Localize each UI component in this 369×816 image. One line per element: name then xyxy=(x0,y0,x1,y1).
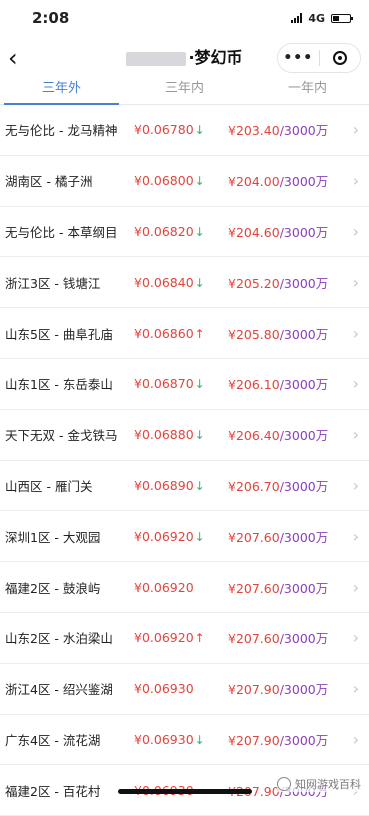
list-item[interactable]: 湖南区 - 橘子洲 ¥0.06800↓ ¥204.00/3000万 › xyxy=(0,156,369,207)
signal-icon xyxy=(291,13,303,23)
server-name: 山东2区 - 水泊梁山 xyxy=(5,631,113,647)
total-price: ¥207.60/3000万 xyxy=(228,631,329,647)
unit-price: ¥0.06780↓ xyxy=(134,122,205,138)
trend-down-icon: ↓ xyxy=(194,123,205,138)
unit-price: ¥0.06930 xyxy=(134,681,194,697)
unit-price: ¥0.06860↑ xyxy=(134,325,205,341)
more-button[interactable]: ••• xyxy=(278,50,319,66)
redacted-block xyxy=(126,51,187,66)
list-item[interactable]: 福建2区 - 鼓浪屿 ¥0.06920 ¥207.60/3000万 › xyxy=(0,562,369,613)
total-price: ¥206.40/3000万 xyxy=(228,428,329,444)
total-price: ¥207.90/3000万 xyxy=(228,682,329,698)
unit-price: ¥0.06820↓ xyxy=(134,223,205,239)
total-price: ¥207.60/3000万 xyxy=(228,580,329,596)
list-item[interactable]: 广东4区 - 流花湖 ¥0.06930↓ ¥207.90/3000万 › xyxy=(0,715,369,766)
total-price: ¥204.00/3000万 xyxy=(228,174,329,190)
chevron-right-icon: › xyxy=(352,526,359,546)
tab-three-years-plus[interactable]: 三年外 xyxy=(0,80,123,105)
unit-price: ¥0.06920 xyxy=(134,579,194,595)
status-time: 2:08 xyxy=(32,9,70,27)
trend-down-icon: ↓ xyxy=(194,224,205,239)
tab-within-three-years[interactable]: 三年内 xyxy=(123,80,246,104)
server-name: 天下无双 - 金戈铁马 xyxy=(5,428,118,444)
unit-price: ¥0.06930↓ xyxy=(134,731,205,747)
list-item[interactable]: 山西区 - 雁门关 ¥0.06890↓ ¥206.70/3000万 › xyxy=(0,461,369,512)
total-price: ¥205.80/3000万 xyxy=(228,326,329,342)
home-indicator xyxy=(118,789,252,794)
chevron-right-icon: › xyxy=(352,323,359,343)
server-name: 深圳1区 - 大观园 xyxy=(5,529,101,545)
price-list: 无与伦比 - 龙马精神 ¥0.06780↓ ¥203.40/3000万 › 湖南区 - … xyxy=(0,105,369,816)
trend-down-icon: ↓ xyxy=(194,732,205,747)
server-name: 湖南区 - 橘子洲 xyxy=(5,174,93,190)
list-item[interactable]: 浙江3区 - 钱塘江 ¥0.06840↓ ¥205.20/3000万 › xyxy=(0,257,369,309)
trend-down-icon: ↓ xyxy=(194,377,205,392)
close-button[interactable] xyxy=(320,51,361,65)
total-price: ¥206.10/3000万 xyxy=(228,377,329,393)
chevron-right-icon: › xyxy=(352,729,359,749)
tab-within-one-year[interactable]: 一年内 xyxy=(246,80,369,104)
server-name: 无与伦比 - 本草纲目 xyxy=(5,224,118,240)
server-name: 广东4区 - 流花湖 xyxy=(5,732,101,748)
unit-price: ¥0.06920↓ xyxy=(134,528,205,544)
chevron-right-icon: › xyxy=(352,577,359,597)
list-item[interactable]: 山东5区 - 曲阜孔庙 ¥0.06860↑ ¥205.80/3000万 › xyxy=(0,308,369,359)
chevron-right-icon: › xyxy=(352,221,359,241)
watermark: 知网游戏百科 xyxy=(277,776,361,792)
unit-price: ¥0.06890↓ xyxy=(134,477,205,493)
list-item[interactable]: 深圳1区 - 大观园 ¥0.06920↓ ¥207.60/3000万 › xyxy=(0,511,369,563)
trend-up-icon: ↑ xyxy=(194,326,205,341)
nav-bar: ‹ ·梦幻币 ••• xyxy=(0,36,369,80)
server-name: 福建2区 - 百花村 xyxy=(5,783,101,799)
chevron-right-icon: › xyxy=(352,425,359,445)
trend-down-icon: ↓ xyxy=(194,174,205,189)
total-price: ¥203.40/3000万 xyxy=(228,123,329,139)
unit-price: ¥0.06800↓ xyxy=(134,173,205,189)
server-name: 浙江3区 - 钱塘江 xyxy=(5,275,101,291)
chevron-right-icon: › xyxy=(352,374,359,394)
trend-down-icon: ↓ xyxy=(194,275,205,290)
trend-down-icon: ↓ xyxy=(194,428,205,443)
chevron-right-icon: › xyxy=(352,272,359,292)
list-item[interactable]: 山东1区 - 东岳泰山 ¥0.06870↓ ¥206.10/3000万 › xyxy=(0,359,369,410)
chevron-right-icon: › xyxy=(352,171,359,191)
network-label: 4G xyxy=(308,11,325,25)
status-indicators: 4G xyxy=(291,11,353,25)
list-item[interactable]: 无与伦比 - 本草纲目 ¥0.06820↓ ¥204.60/3000万 › xyxy=(0,207,369,258)
server-name: 无与伦比 - 龙马精神 xyxy=(5,123,118,139)
total-price: ¥204.60/3000万 xyxy=(228,224,329,240)
list-item[interactable]: 无与伦比 - 龙马精神 ¥0.06780↓ ¥203.40/3000万 › xyxy=(0,105,369,156)
total-price: ¥206.70/3000万 xyxy=(228,478,329,494)
trend-down-icon: ↓ xyxy=(194,529,205,544)
total-price: ¥205.20/3000万 xyxy=(228,275,329,291)
tab-bar: 三年外 三年内 一年内 xyxy=(0,80,369,105)
unit-price: ¥0.06920↑ xyxy=(134,630,205,646)
server-name: 山西区 - 雁门关 xyxy=(5,478,93,494)
unit-price: ¥0.06880↓ xyxy=(134,427,205,443)
watermark-icon xyxy=(277,777,291,791)
unit-price: ¥0.06840↓ xyxy=(134,274,205,290)
status-bar: 2:08 4G xyxy=(0,0,369,36)
trend-down-icon: ↓ xyxy=(194,478,205,493)
battery-icon xyxy=(331,13,353,23)
server-name: 浙江4区 - 绍兴鉴湖 xyxy=(5,682,113,698)
miniprogram-capsule: ••• xyxy=(277,43,361,73)
total-price: ¥207.90/3000万 xyxy=(228,732,329,748)
server-name: 福建2区 - 鼓浪屿 xyxy=(5,580,101,596)
server-name: 山东1区 - 东岳泰山 xyxy=(5,377,113,393)
chevron-right-icon: › xyxy=(352,475,359,495)
total-price: ¥207.60/3000万 xyxy=(228,529,329,545)
chevron-right-icon: › xyxy=(352,679,359,699)
list-item[interactable]: 浙江4区 - 绍兴鉴湖 ¥0.06930 ¥207.90/3000万 › xyxy=(0,664,369,715)
unit-price: ¥0.06870↓ xyxy=(134,376,205,392)
close-icon xyxy=(332,51,347,65)
server-name: 山东5区 - 曲阜孔庙 xyxy=(5,326,113,342)
trend-up-icon: ↑ xyxy=(194,631,205,646)
list-item[interactable]: 山东2区 - 水泊梁山 ¥0.06920↑ ¥207.60/3000万 › xyxy=(0,613,369,664)
chevron-right-icon: › xyxy=(352,120,359,140)
chevron-right-icon: › xyxy=(352,628,359,648)
list-item[interactable]: 天下无双 - 金戈铁马 ¥0.06880↓ ¥206.40/3000万 › xyxy=(0,410,369,461)
